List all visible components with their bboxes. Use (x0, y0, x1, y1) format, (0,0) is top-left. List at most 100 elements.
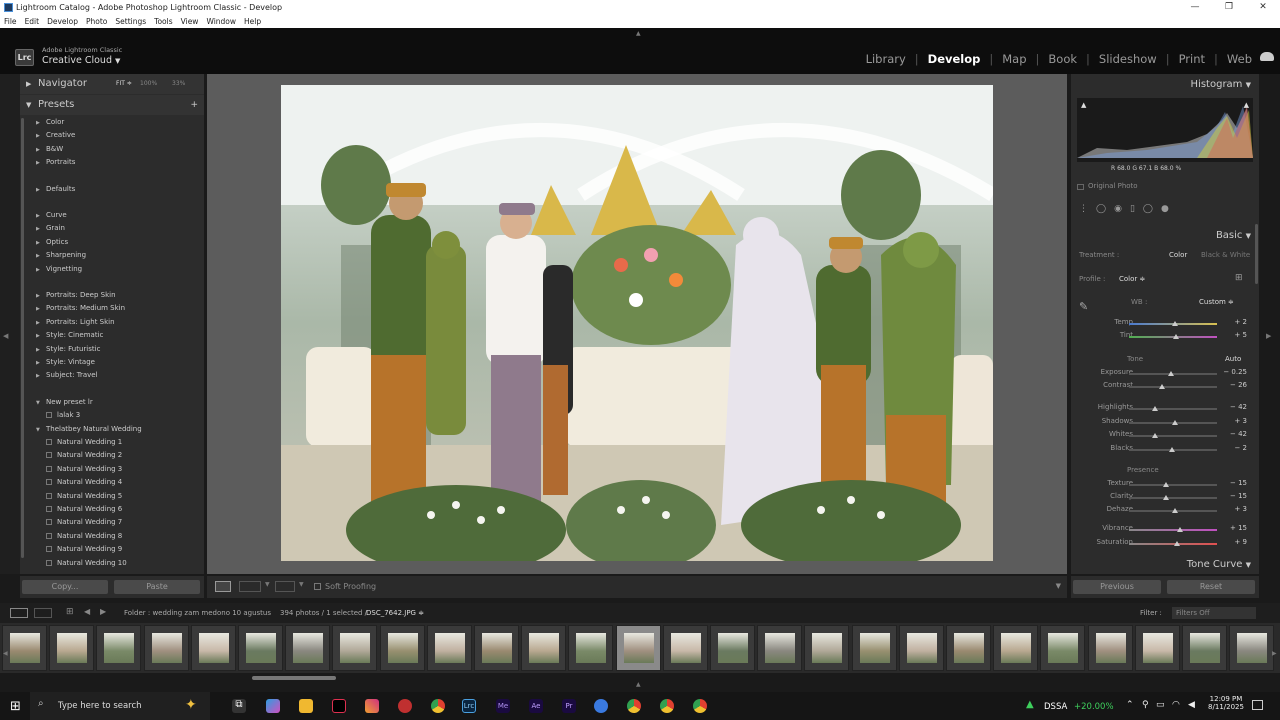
filmstrip-scrollbar[interactable] (252, 676, 336, 680)
slider-handle[interactable] (1162, 482, 1169, 487)
treatment-color-button[interactable]: Color (1169, 251, 1187, 259)
module-map[interactable]: Map (1002, 52, 1026, 66)
preset-group-expanded[interactable]: ▼ New preset lr (36, 398, 93, 406)
notification-center-icon[interactable] (1252, 700, 1263, 710)
collapse-right-arrow-icon[interactable]: ▶ (1266, 332, 1271, 340)
preset-group[interactable]: ▶ Optics (36, 238, 68, 246)
module-library[interactable]: Library (866, 52, 906, 66)
shadow-clipping-indicator[interactable]: ▲ (1081, 101, 1086, 109)
slider-handle[interactable] (1177, 527, 1184, 532)
preset-item[interactable]: Natural Wedding 7 (46, 518, 122, 526)
app-icon-blue[interactable] (594, 699, 608, 713)
restore-button[interactable]: ❐ (1212, 0, 1246, 15)
wb-slider-temp[interactable]: Temp + 2 (1071, 318, 1259, 330)
slider-value[interactable]: + 3 (1217, 505, 1247, 513)
filmstrip-thumbnail[interactable] (474, 625, 519, 671)
premiere-pro-icon[interactable]: Pr (562, 699, 576, 713)
tone-slider-blacks[interactable]: Blacks − 2 (1071, 444, 1259, 456)
presets-panel-header[interactable]: ▼ Presets + (20, 95, 204, 115)
menu-window[interactable]: Window (206, 17, 236, 26)
module-book[interactable]: Book (1048, 52, 1077, 66)
collapse-bottom-arrow-icon[interactable]: ▲ (636, 681, 641, 688)
menu-view[interactable]: View (181, 17, 199, 26)
menu-develop[interactable]: Develop (47, 17, 78, 26)
instagram-icon[interactable] (365, 699, 379, 713)
profile-browser-icon[interactable]: ⊞ (1235, 273, 1243, 283)
preset-item[interactable]: Natural Wedding 2 (46, 451, 122, 459)
slider-track[interactable] (1129, 435, 1217, 437)
treatment-bw-button[interactable]: Black & White (1201, 251, 1250, 259)
taskbar-search-box[interactable]: ⌕ Type here to search (30, 692, 210, 720)
wifi-icon[interactable]: ◠ (1172, 700, 1180, 710)
histogram-header[interactable]: Histogram ▼ (1191, 79, 1251, 90)
preset-item[interactable]: Natural Wedding 3 (46, 465, 122, 473)
filmstrip-thumbnail[interactable] (285, 625, 331, 671)
preset-group[interactable]: ▶ Defaults (36, 185, 75, 193)
slider-handle[interactable] (1168, 371, 1175, 376)
radial-filter-icon[interactable]: ◯ (1143, 204, 1161, 214)
filmstrip-thumbnail-selected[interactable] (615, 625, 661, 671)
slider-handle[interactable] (1169, 446, 1176, 452)
wb-dropdown[interactable]: Custom ≑ (1199, 298, 1234, 306)
filmstrip-thumbnail[interactable] (898, 625, 944, 671)
slider-value[interactable]: − 26 (1217, 381, 1247, 389)
filmstrip-thumbnail[interactable] (332, 625, 378, 671)
filmstrip-thumbnail[interactable] (568, 625, 614, 671)
slider-handle[interactable] (1171, 508, 1178, 513)
filmstrip-thumbnail[interactable] (2, 625, 47, 671)
preset-item[interactable]: lalak 3 (46, 411, 80, 419)
filmstrip-thumbnail[interactable] (1040, 625, 1086, 671)
presence-slider-texture[interactable]: Texture − 15 (1071, 479, 1259, 491)
view-options-chevron-icon[interactable]: ▼ (265, 581, 270, 588)
location-icon[interactable]: ⚲ (1142, 700, 1149, 710)
preset-item[interactable]: Natural Wedding 10 (46, 559, 127, 567)
slider-value[interactable]: − 42 (1217, 403, 1247, 411)
menu-edit[interactable]: Edit (25, 17, 40, 26)
menu-file[interactable]: File (4, 17, 17, 26)
presence-slider-saturation[interactable]: Saturation + 9 (1071, 538, 1259, 550)
show-hidden-icons-icon[interactable]: ⌃ (1126, 700, 1134, 710)
panel-scrollbar[interactable] (21, 118, 24, 558)
presence-slider-vibrance[interactable]: Vibrance + 15 (1071, 524, 1259, 536)
slider-track[interactable] (1129, 497, 1217, 499)
slider-handle[interactable] (1151, 433, 1158, 438)
slider-handle[interactable] (1172, 334, 1179, 339)
preset-group[interactable]: ▶ Portraits: Medium Skin (36, 304, 125, 312)
filmstrip-thumbnail[interactable] (426, 625, 472, 671)
slider-value[interactable]: + 9 (1217, 538, 1247, 546)
tone-slider-contrast[interactable]: Contrast − 26 (1071, 381, 1259, 393)
folder-path[interactable]: Folder : wedding zam medono 10 agustus (124, 609, 271, 617)
tone-slider-whites[interactable]: Whites − 42 (1071, 430, 1259, 442)
preset-group[interactable]: ▶ Creative (36, 131, 75, 139)
filmstrip-thumbnail[interactable] (521, 625, 567, 671)
preset-group[interactable]: ▶ Portraits (36, 158, 75, 166)
histogram[interactable]: ▲ ▲ (1077, 98, 1253, 162)
forward-arrow-icon[interactable]: ▶ (100, 607, 106, 616)
media-encoder-icon[interactable]: Me (496, 699, 510, 713)
volume-icon[interactable]: ◀ (1188, 700, 1195, 710)
collapse-top-arrow-icon[interactable]: ▲ (636, 30, 641, 37)
preset-group[interactable]: ▶ Style: Futuristic (36, 345, 100, 353)
preset-group[interactable]: ▶ Style: Cinematic (36, 331, 103, 339)
preset-group[interactable]: ▶ Subject: Travel (36, 371, 98, 379)
menu-tools[interactable]: Tools (154, 17, 172, 26)
wb-eyedropper-icon[interactable]: ✎ (1079, 300, 1088, 313)
slider-value[interactable]: − 15 (1217, 492, 1247, 500)
slider-value[interactable]: − 0.25 (1217, 368, 1247, 376)
lightroom-taskbar-icon[interactable]: Lrc (462, 699, 476, 713)
second-window-icon[interactable] (34, 608, 52, 618)
search-highlight-icon[interactable]: ✦ (185, 697, 197, 713)
slider-handle[interactable] (1162, 495, 1169, 500)
loupe-view-icon[interactable] (215, 581, 231, 592)
close-button[interactable]: ✕ (1246, 0, 1280, 15)
module-develop[interactable]: Develop (928, 52, 981, 66)
main-photo[interactable] (281, 85, 993, 561)
slider-track[interactable] (1129, 408, 1217, 410)
filmstrip-thumbnail[interactable] (804, 625, 850, 671)
basic-panel-header[interactable]: Basic ▼ (1216, 230, 1251, 241)
slider-value[interactable]: + 5 (1217, 331, 1247, 339)
navigator-panel-header[interactable]: ▶ Navigator FIT ≑ 100% 33% (20, 74, 204, 94)
slider-handle[interactable] (1171, 419, 1178, 425)
collapse-left-arrow-icon[interactable]: ◀ (3, 332, 8, 340)
slider-handle[interactable] (1174, 540, 1181, 546)
